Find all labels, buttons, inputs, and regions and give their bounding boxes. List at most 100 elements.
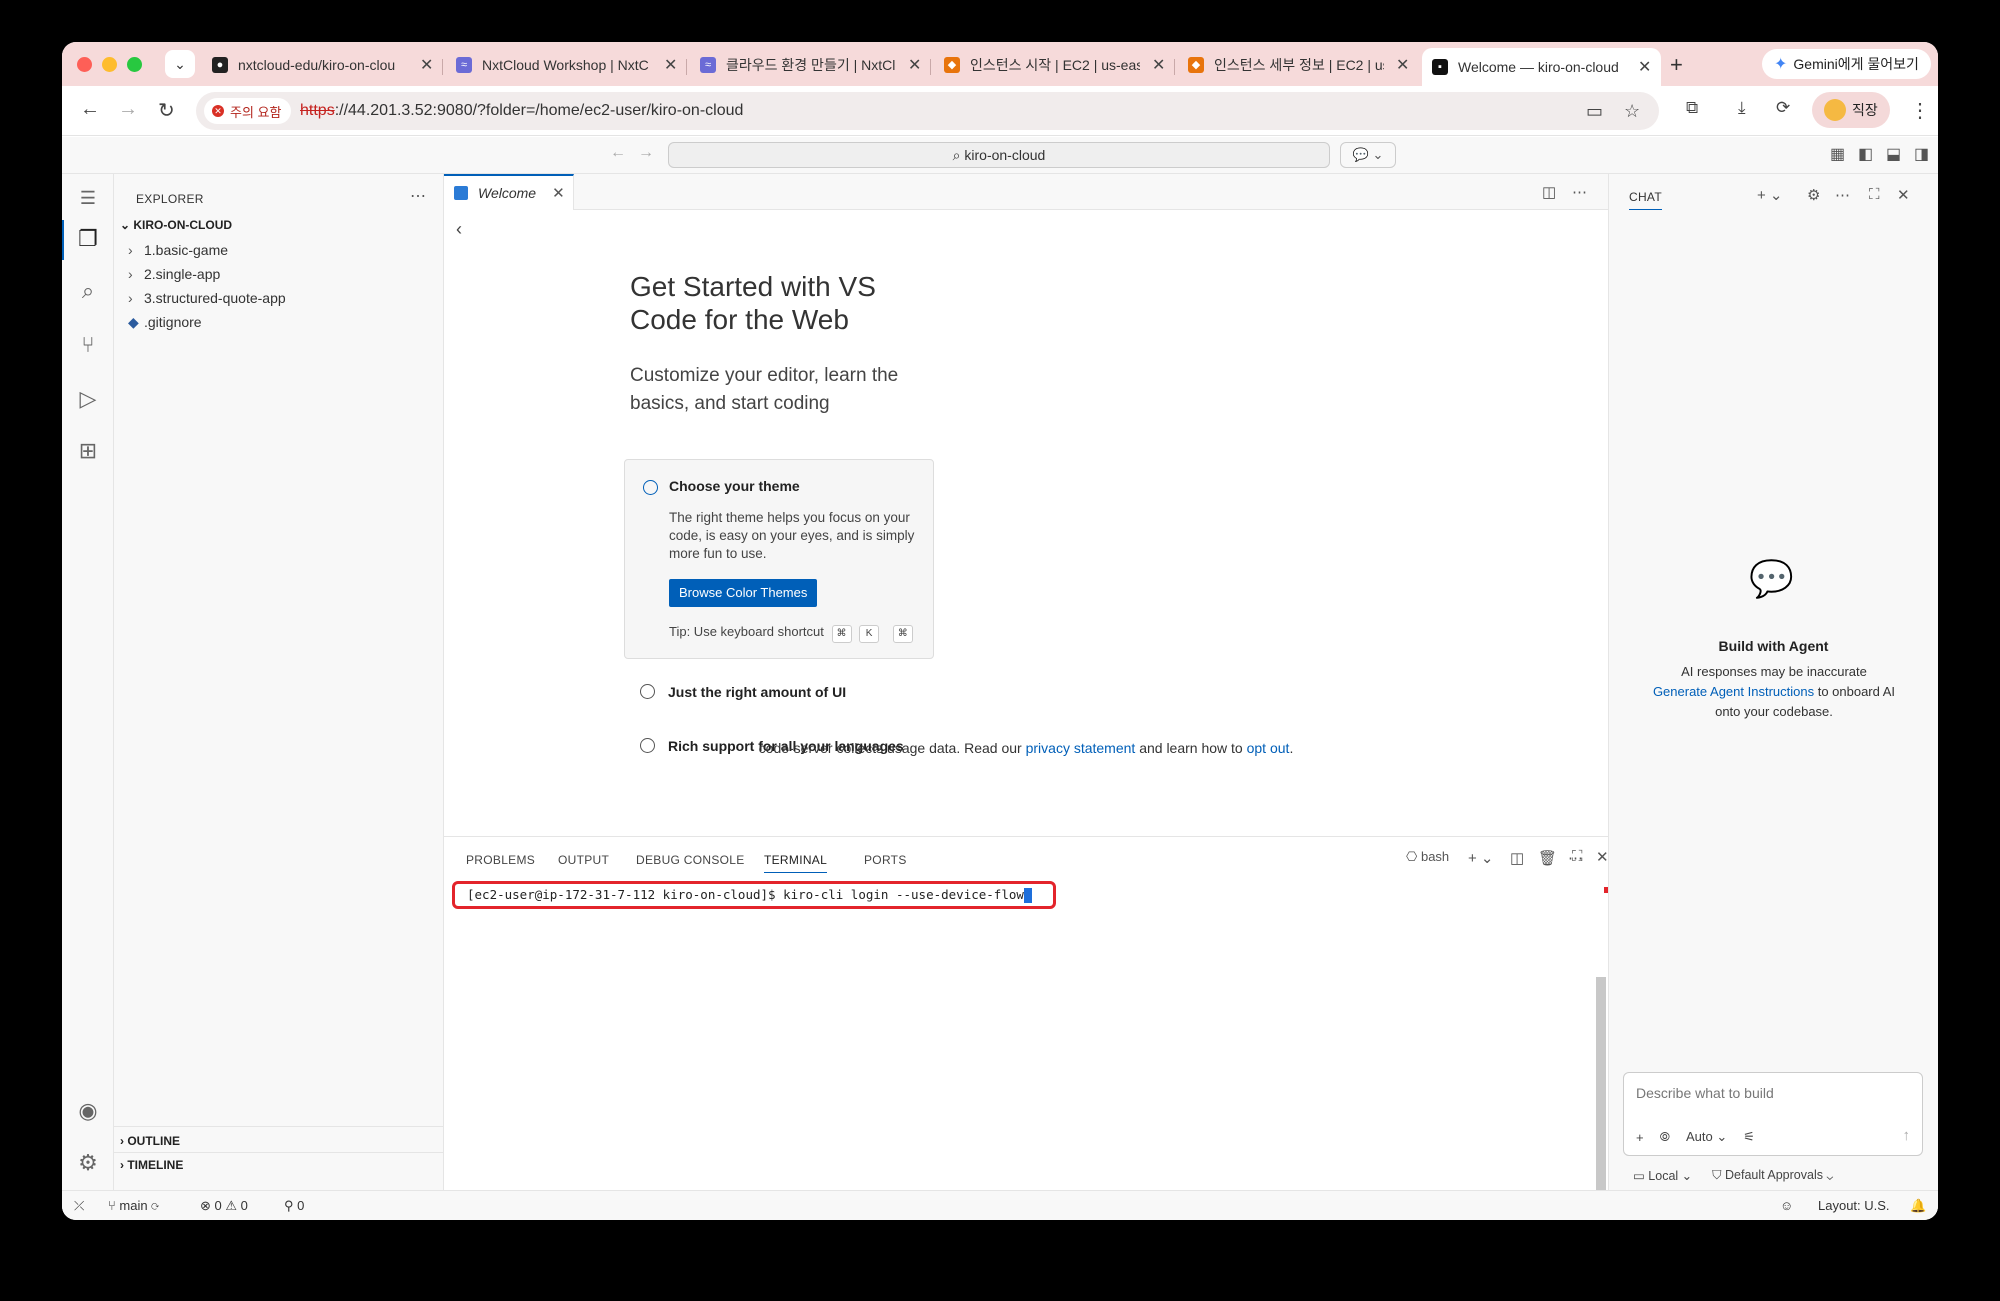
new-tab-icon[interactable]: + <box>1670 52 1683 78</box>
nav-back-icon[interactable]: ← <box>610 144 626 162</box>
browser-tab-cloud-env[interactable]: ≈ 클라우드 환경 만들기 | NxtClo ✕ <box>690 48 931 82</box>
browser-tab-ec2-details[interactable]: ◆ 인스턴스 세부 정보 | EC2 | us- ✕ <box>1178 48 1419 82</box>
toggle-sidebar-icon[interactable]: ◧ <box>1858 144 1873 164</box>
ports-indicator[interactable]: ⚲ 0 <box>284 1198 304 1214</box>
tab-search-chevron-icon[interactable]: ⌄ <box>165 50 195 78</box>
outline-section[interactable]: › OUTLINE <box>120 1134 180 1148</box>
close-panel-icon[interactable]: ✕ <box>1596 848 1609 866</box>
copilot-icon[interactable]: ☺ <box>1780 1198 1793 1213</box>
browser-tab-github[interactable]: ● nxtcloud-edu/kiro-on-clou ✕ <box>202 48 443 82</box>
branch-indicator[interactable]: ⑂ main ⟳ <box>108 1198 159 1213</box>
maximize-icon[interactable]: ⛶ <box>1869 186 1880 203</box>
back-chevron-icon[interactable]: ‹ <box>456 219 462 240</box>
split-terminal-icon[interactable]: ◫ <box>1510 849 1524 867</box>
extensions-icon[interactable]: ⧉ <box>1686 98 1698 118</box>
tab-debug-console[interactable]: DEBUG CONSOLE <box>636 853 745 867</box>
browser-tab-nxtcloud-workshop[interactable]: ≈ NxtCloud Workshop | NxtC ✕ <box>446 48 687 82</box>
walkthrough-step-theme[interactable]: Choose your theme The right theme helps … <box>624 459 934 659</box>
more-actions-icon[interactable]: ⋯ <box>1835 186 1850 204</box>
tab-welcome[interactable]: Welcome ✕ <box>444 174 574 210</box>
tools-icon[interactable]: ⦾ <box>1660 1129 1670 1145</box>
tab-terminal[interactable]: TERMINAL <box>764 853 828 873</box>
workspace-root[interactable]: ⌄ KIRO-ON-CLOUD <box>120 218 232 232</box>
notifications-bell-icon[interactable]: 🔔 <box>1910 1198 1926 1214</box>
close-window-button[interactable] <box>77 57 92 72</box>
opt-out-link[interactable]: opt out <box>1247 740 1290 756</box>
settings-gear-icon[interactable]: ⚙ <box>62 1150 114 1176</box>
search-icon[interactable]: ⌕ <box>62 278 114 304</box>
close-icon[interactable]: ✕ <box>552 184 565 202</box>
close-icon[interactable]: ✕ <box>1897 186 1910 204</box>
walkthrough-step-ui[interactable]: Just the right amount of UI <box>668 684 846 700</box>
zoom-window-button[interactable] <box>127 57 142 72</box>
tree-item-folder[interactable]: › 1.basic-game <box>128 242 228 258</box>
bookmark-star-icon[interactable]: ☆ <box>1624 101 1640 122</box>
generate-instructions-link[interactable]: Generate Agent Instructions <box>1653 684 1814 699</box>
approvals-picker[interactable]: ⛉ Default Approvals ⌄ <box>1712 1168 1833 1183</box>
new-terminal-icon[interactable]: + ⌄ <box>1468 849 1494 867</box>
keyboard-layout[interactable]: Layout: U.S. <box>1818 1198 1890 1213</box>
trash-icon[interactable]: 🗑 <box>1538 849 1557 867</box>
clipboard-icon[interactable]: ▭ <box>1586 101 1603 122</box>
settings-gear-icon[interactable]: ⚙ <box>1807 186 1820 204</box>
tree-item-folder[interactable]: › 3.structured-quote-app <box>128 290 286 306</box>
extensions-icon[interactable]: ⊞ <box>62 438 114 464</box>
nav-forward-icon[interactable]: → <box>638 144 654 162</box>
url-text[interactable]: https://44.201.3.52:9080/?folder=/home/e… <box>300 102 743 120</box>
customize-layout-icon[interactable]: ▦ <box>1830 144 1845 164</box>
menu-icon[interactable]: ☰ <box>62 188 114 209</box>
new-chat-icon[interactable]: + ⌄ <box>1757 186 1783 204</box>
location-picker[interactable]: ▭ Local ⌄ <box>1633 1168 1692 1183</box>
sync-icon[interactable]: ⟳ <box>1776 98 1790 118</box>
toggle-secondary-sidebar-icon[interactable]: ◨ <box>1914 144 1929 164</box>
terminal-profile[interactable]: ⎔ bash <box>1406 849 1449 865</box>
security-warning-chip[interactable]: ✕ 주의 요함 <box>204 98 292 124</box>
close-tab-icon[interactable]: ✕ <box>908 55 921 75</box>
minimize-window-button[interactable] <box>102 57 117 72</box>
chat-toggle-button[interactable]: 💬 ⌄ <box>1340 142 1396 168</box>
command-center[interactable]: ⌕ kiro-on-cloud <box>668 142 1330 168</box>
split-editor-icon[interactable]: ◫ <box>1542 183 1556 201</box>
privacy-statement-link[interactable]: privacy statement <box>1026 740 1136 756</box>
remote-icon[interactable]: ⤫ <box>74 1198 84 1214</box>
more-actions-icon[interactable]: ⋯ <box>410 186 426 206</box>
keyboard-tip: Tip: Use keyboard shortcut ⌘ K ⌘ <box>669 624 913 643</box>
chat-input-box[interactable]: Describe what to build + ⦾ Auto ⌄ ⚟ ↑ <box>1623 1072 1923 1156</box>
browse-color-themes-button[interactable]: Browse Color Themes <box>669 579 818 607</box>
run-debug-icon[interactable]: ▷ <box>62 386 114 412</box>
mode-picker[interactable]: Auto ⌄ <box>1686 1129 1727 1145</box>
profile-button[interactable]: 직장 <box>1812 92 1890 128</box>
tree-item-file[interactable]: ◆ .gitignore <box>128 314 202 331</box>
address-bar[interactable]: ✕ 주의 요함 https://44.201.3.52:9080/?folder… <box>196 92 1659 130</box>
maximize-panel-icon[interactable]: ⛶ <box>1572 848 1583 865</box>
close-tab-icon[interactable]: ✕ <box>420 55 433 75</box>
browser-menu-icon[interactable]: ⋮ <box>1910 98 1930 123</box>
reload-icon[interactable]: ↻ <box>158 98 175 123</box>
tree-item-folder[interactable]: › 2.single-app <box>128 266 220 282</box>
close-tab-icon[interactable]: ✕ <box>1396 55 1409 75</box>
browser-tab-ec2-launch[interactable]: ◆ 인스턴스 시작 | EC2 | us-east ✕ <box>934 48 1175 82</box>
problems-indicator[interactable]: ⊗ 0 ⚠ 0 <box>200 1198 248 1214</box>
close-tab-icon[interactable]: ✕ <box>1638 57 1651 77</box>
timeline-section[interactable]: › TIMELINE <box>120 1158 183 1172</box>
add-context-icon[interactable]: + <box>1636 1130 1644 1145</box>
send-icon[interactable]: ↑ <box>1903 1127 1911 1144</box>
explorer-files-icon[interactable]: ❐ <box>62 226 114 252</box>
source-control-icon[interactable]: ⑂ <box>62 332 114 358</box>
tab-problems[interactable]: PROBLEMS <box>466 853 535 867</box>
close-tab-icon[interactable]: ✕ <box>1152 55 1165 75</box>
terminal-input-line[interactable]: [ec2-user@ip-172-31-7-112 kiro-on-cloud]… <box>452 881 1056 909</box>
toggle-panel-icon[interactable]: ⬓ <box>1886 144 1901 164</box>
account-icon[interactable]: ◉ <box>62 1098 114 1124</box>
forward-icon[interactable]: → <box>118 98 138 121</box>
tab-output[interactable]: OUTPUT <box>558 853 609 867</box>
tab-ports[interactable]: PORTS <box>864 853 907 867</box>
configure-icon[interactable]: ⚟ <box>1743 1129 1755 1145</box>
more-actions-icon[interactable]: ⋯ <box>1572 183 1587 201</box>
download-icon[interactable]: ⤓ <box>1738 98 1746 118</box>
browser-tab-welcome[interactable]: ▪ Welcome — kiro-on-cloud ✕ <box>1422 48 1662 86</box>
back-icon[interactable]: ← <box>80 98 100 121</box>
terminal-scrollbar[interactable] <box>1596 977 1606 1191</box>
gemini-button[interactable]: ✦ Gemini에게 물어보기 <box>1762 49 1931 79</box>
close-tab-icon[interactable]: ✕ <box>664 55 677 75</box>
